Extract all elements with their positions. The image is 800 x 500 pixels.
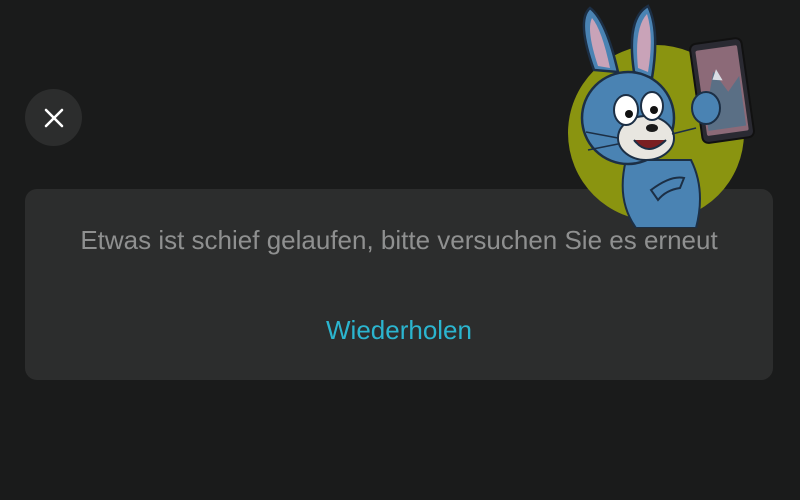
rabbit-mascot-illustration	[568, 4, 755, 228]
close-icon	[44, 108, 63, 127]
error-screen: Etwas ist schief gelaufen, bitte versuch…	[0, 0, 800, 500]
retry-button[interactable]: Wiederholen	[25, 313, 773, 347]
close-button[interactable]	[25, 89, 82, 146]
